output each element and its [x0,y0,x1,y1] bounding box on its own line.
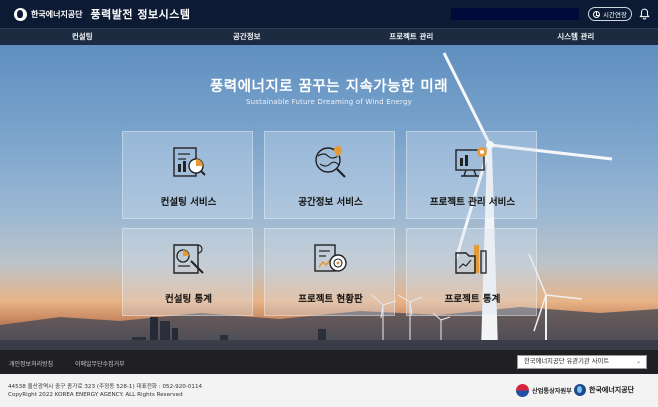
agency-logo-mark-icon [14,7,27,21]
hero-subtitle: Sustainable Future Dreaming of Wind Ener… [246,98,412,106]
project-management-label: 프로젝트 관리 서비스 [429,197,516,208]
footer-link-bar: 개인정보처리방침 이메일무단수집거부 한국에너지공단 유관기관 사이트 ⌄ [0,350,658,374]
agency-footer-logo-mark-icon [574,384,586,396]
consulting-service-label: 컨설팅 서비스 [160,197,217,208]
consulting-service-icon [173,147,206,177]
session-extend-button[interactable]: 시간연장 [588,7,632,21]
project-management-card[interactable]: 프로젝트 관리 서비스 [406,131,537,219]
user-info-area [451,8,579,20]
footer-address: 44538 울산광역시 중구 종가로 323 (주정동 528-1) 대표전화 … [8,384,203,390]
system-title[interactable]: 풍력발전 정보시스템 [91,6,191,22]
clock-icon [593,10,601,18]
ministry-logo-text: 산업통상자원부 [532,388,572,395]
hero-banner: 풍력에너지로 꿈꾸는 지속가능한 미래 Sustainable Future D… [0,45,658,350]
nav-item-spatial-info[interactable]: 공간정보 [165,29,330,45]
site-footer: 44538 울산광역시 중구 종가로 323 (주정동 528-1) 대표전화 … [0,374,658,407]
spatial-info-label: 공간정보 서비스 [298,197,363,208]
consulting-stats-label: 컨설팅 통계 [164,294,212,305]
spatial-info-icon [315,146,346,178]
agency-footer-logo-text: 한국에너지공단 [589,386,635,394]
consulting-stats-card[interactable]: 컨설팅 통계 [122,228,253,316]
email-collection-refusal-link[interactable]: 이메일무단수집거부 [75,359,125,368]
hero-title: 풍력에너지로 꿈꾸는 지속가능한 미래 [209,79,449,95]
project-stats-icon [455,245,487,274]
nav-item-system-management[interactable]: 시스템 관리 [494,29,658,45]
project-dashboard-label: 프로젝트 현황판 [298,294,363,305]
project-management-icon [455,147,487,177]
footer-copyright: CopyRight 2022 KOREA ENERGY AGENCY. ALL … [8,392,183,398]
related-sites-select[interactable]: 한국에너지공단 유관기관 사이트 ⌄ [517,355,647,369]
agency-logo[interactable]: 한국에너지공단 [14,7,83,21]
nav-item-consulting[interactable]: 컨설팅 [0,29,165,45]
nav-item-project-management[interactable]: 프로젝트 관리 [329,29,494,45]
ministry-logo[interactable]: 산업통상자원부 [516,384,572,397]
top-header: 한국에너지공단 풍력발전 정보시스템 시간연장 [0,0,658,28]
main-nav: 컨설팅 공간정보 프로젝트 관리 시스템 관리 [0,28,658,45]
project-dashboard-card[interactable]: 프로젝트 현황판 [264,228,395,316]
taegeuk-emblem-icon [516,384,529,397]
spatial-info-card[interactable]: 공간정보 서비스 [264,131,395,219]
project-stats-card[interactable]: 프로젝트 통계 [406,228,537,316]
project-stats-label: 프로젝트 통계 [444,294,501,305]
consulting-stats-icon [173,244,204,274]
agency-footer-logo[interactable]: 한국에너지공단 [574,384,634,396]
privacy-policy-link[interactable]: 개인정보처리방침 [9,359,53,368]
related-sites-select-value: 한국에너지공단 유관기관 사이트 [524,358,610,365]
project-dashboard-icon [314,244,347,272]
agency-logo-text: 한국에너지공단 [31,9,83,19]
chevron-down-icon: ⌄ [635,358,641,365]
bell-icon[interactable] [639,8,650,20]
consulting-service-card[interactable]: 컨설팅 서비스 [122,131,253,219]
session-extend-label: 시간연장 [603,11,627,19]
